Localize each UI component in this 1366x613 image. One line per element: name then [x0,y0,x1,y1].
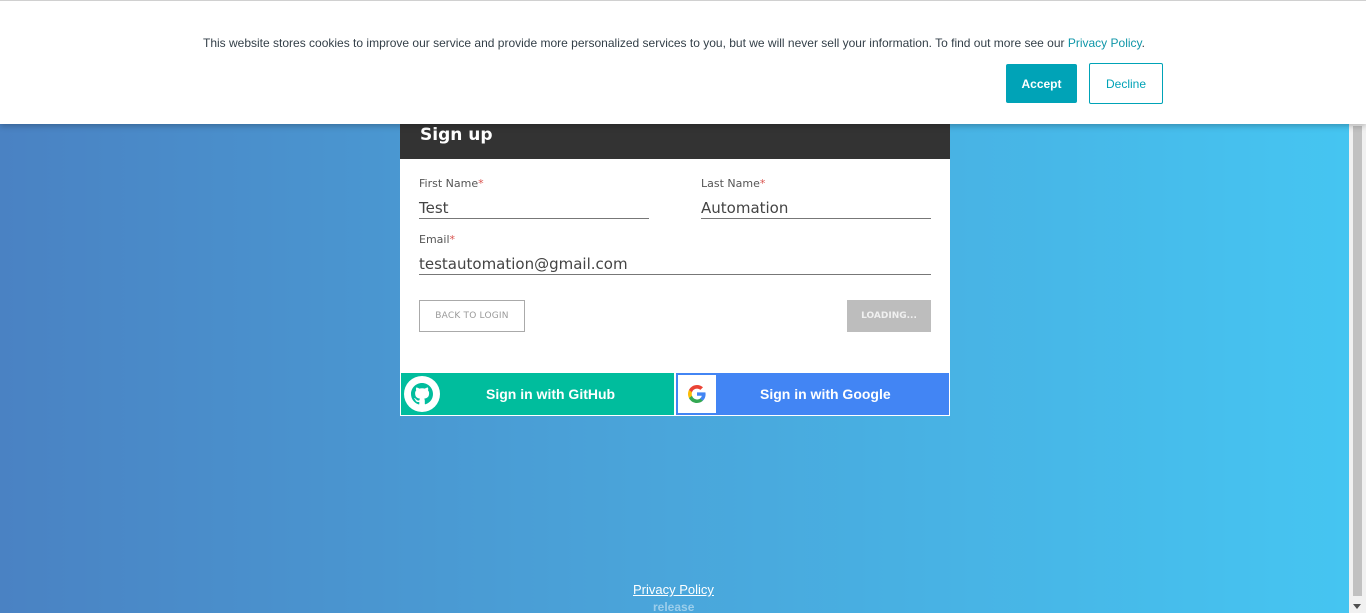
first-name-input[interactable]: Test [419,193,649,219]
google-signin-button[interactable]: Sign in with Google [676,373,949,415]
cookie-message-period: . [1141,36,1145,50]
footer-privacy-link[interactable]: Privacy Policy [633,582,714,597]
first-name-field[interactable]: First Name* Test [419,177,649,219]
google-signin-label: Sign in with Google [760,386,891,402]
github-signin-label: Sign in with GitHub [486,386,616,402]
google-icon [678,375,716,413]
scroll-down-arrow-icon[interactable] [1353,604,1361,609]
decline-button[interactable]: Decline [1089,63,1163,104]
signup-card: Sign up First Name* Test Last Name* Auto… [400,110,950,416]
email-field[interactable]: Email* testautomation@gmail.com [419,233,931,275]
github-signin-button[interactable]: Sign in with GitHub [401,373,674,415]
last-name-label: Last Name* [701,177,931,193]
first-name-label-text: First Name [419,177,479,190]
page-title: Sign up [420,125,493,145]
required-marker: * [759,177,766,190]
accept-button[interactable]: Accept [1006,64,1077,103]
scrollbar-thumb[interactable] [1353,126,1362,596]
required-marker: * [449,233,456,246]
last-name-input[interactable]: Automation [701,193,931,219]
email-label-text: Email [419,233,450,246]
cookie-privacy-link[interactable]: Privacy Policy [1068,36,1142,50]
cookie-banner: This website stores cookies to improve o… [0,0,1366,124]
submit-loading-button[interactable]: LOADING... [847,300,931,332]
github-icon [404,376,440,412]
last-name-label-text: Last Name [701,177,760,190]
release-label: release [653,600,695,613]
email-label: Email* [419,233,931,249]
cookie-message-text: This website stores cookies to improve o… [203,36,1068,50]
first-name-label: First Name* [419,177,649,193]
last-name-field[interactable]: Last Name* Automation [701,177,931,219]
cookie-message: This website stores cookies to improve o… [203,36,1145,50]
required-marker: * [478,177,484,190]
email-input[interactable]: testautomation@gmail.com [419,249,931,275]
back-to-login-button[interactable]: BACK TO LOGIN [419,300,525,332]
